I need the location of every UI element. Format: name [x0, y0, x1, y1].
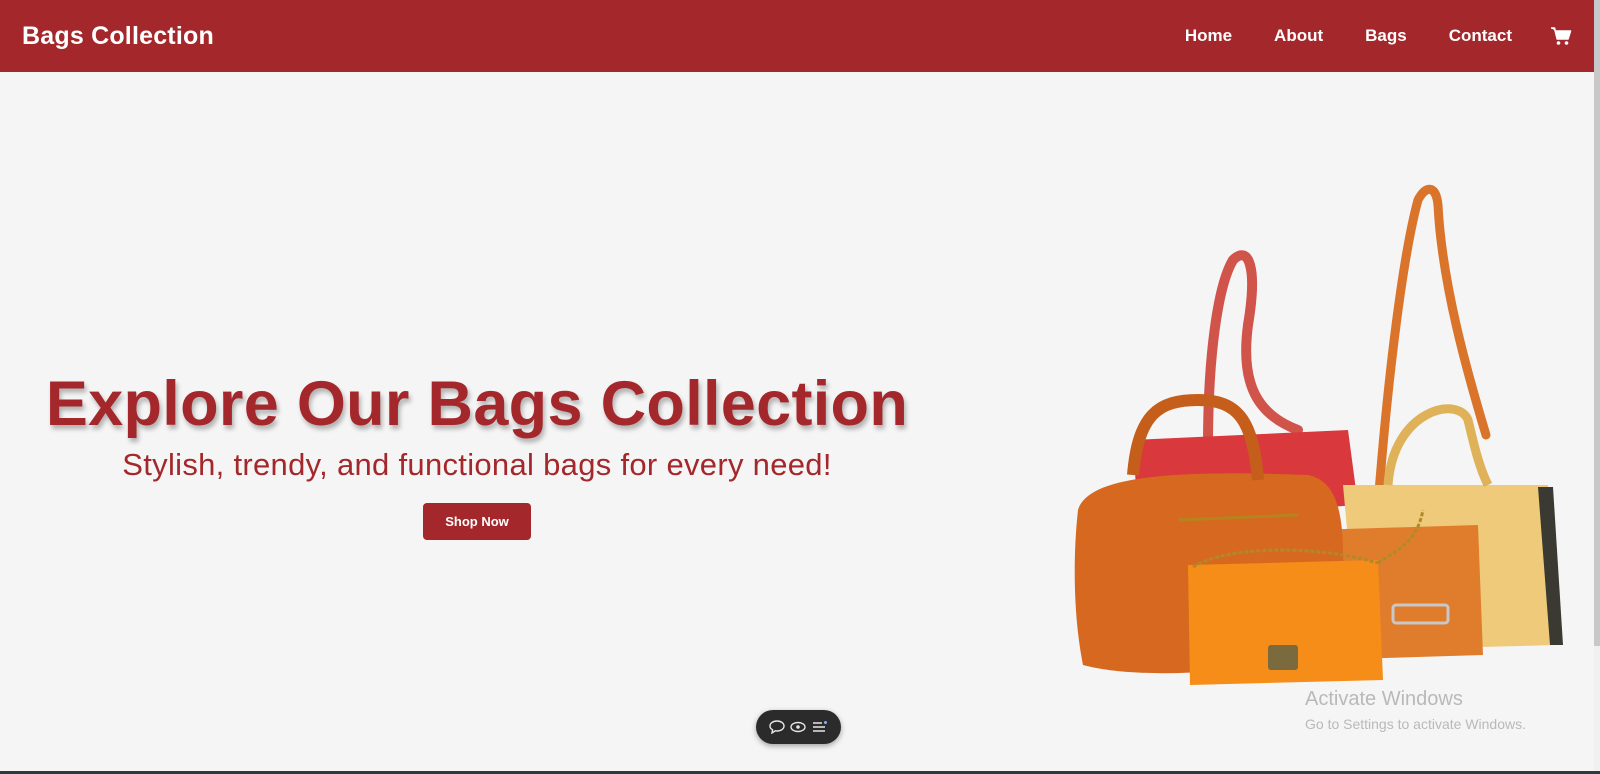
- chat-bubble-icon[interactable]: [769, 720, 785, 734]
- watermark-title: Activate Windows: [1305, 688, 1463, 710]
- eye-icon[interactable]: [790, 721, 807, 733]
- nav-links: Home About Bags Contact: [1185, 26, 1572, 46]
- brand-logo-text[interactable]: Bags Collection: [22, 22, 214, 51]
- shop-now-button[interactable]: Shop Now: [423, 503, 531, 541]
- floating-toolbar: [756, 710, 841, 744]
- hero-section: Explore Our Bags Collection Stylish, tre…: [42, 369, 912, 541]
- list-sparkle-icon[interactable]: [812, 720, 828, 734]
- nav-link-contact[interactable]: Contact: [1449, 26, 1512, 46]
- top-navbar: Bags Collection Home About Bags Contact: [0, 0, 1594, 72]
- shopping-cart-icon[interactable]: [1550, 26, 1572, 46]
- nav-link-about[interactable]: About: [1274, 26, 1323, 46]
- nav-link-home[interactable]: Home: [1185, 26, 1232, 46]
- hero-bags-image: [1058, 175, 1600, 705]
- hero-subtitle: Stylish, trendy, and functional bags for…: [122, 447, 832, 483]
- watermark-subtitle: Go to Settings to activate Windows.: [1305, 716, 1526, 732]
- hero-title: Explore Our Bags Collection: [45, 369, 909, 439]
- windows-activation-watermark: Activate Windows Go to Settings to activ…: [1305, 688, 1526, 732]
- nav-link-bags[interactable]: Bags: [1365, 26, 1407, 46]
